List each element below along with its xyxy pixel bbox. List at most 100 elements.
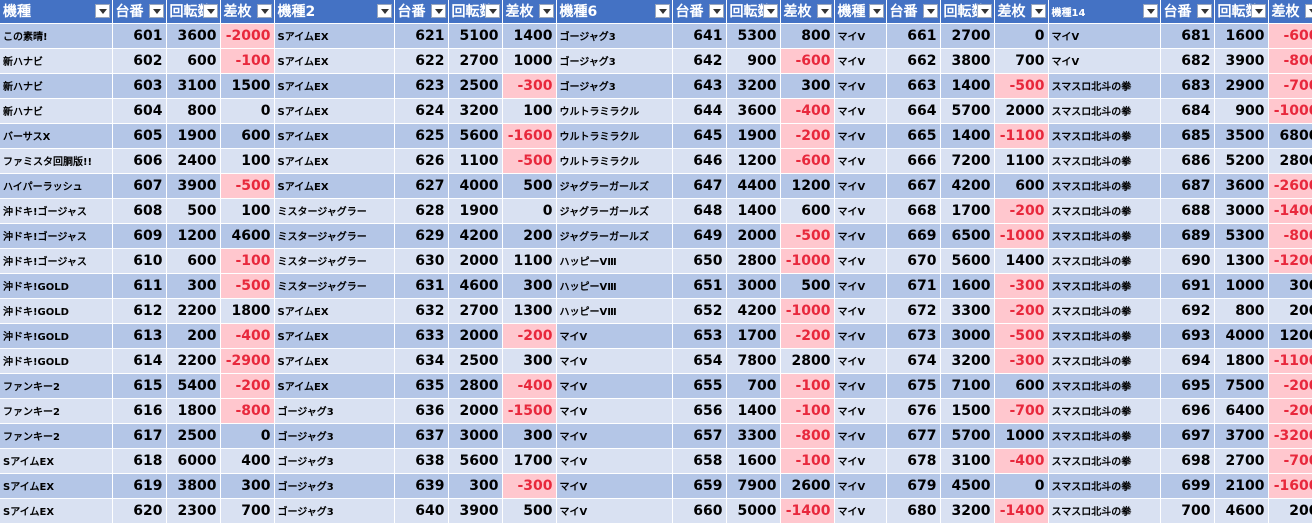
spin-count-cell[interactable]: 2100 [1214, 473, 1268, 498]
machine-number-cell[interactable]: 626 [394, 148, 448, 173]
machine-name-cell[interactable]: マイV [834, 173, 886, 198]
machine-number-cell[interactable]: 620 [112, 498, 166, 523]
machine-number-cell[interactable]: 661 [886, 23, 940, 48]
machine-number-cell[interactable]: 670 [886, 248, 940, 273]
difference-cell[interactable]: 4600 [220, 223, 274, 248]
spin-count-cell[interactable]: 5200 [1214, 148, 1268, 173]
column-header[interactable]: 機種2 [274, 0, 394, 23]
spin-count-cell[interactable]: 2900 [1214, 73, 1268, 98]
difference-cell[interactable]: -1000 [994, 223, 1048, 248]
difference-cell[interactable]: 300 [780, 73, 834, 98]
spin-count-cell[interactable]: 900 [1214, 98, 1268, 123]
spin-count-cell[interactable]: 500 [166, 198, 220, 223]
difference-cell[interactable]: -200 [994, 298, 1048, 323]
machine-name-cell[interactable]: マイV [834, 298, 886, 323]
difference-cell[interactable]: -300 [994, 273, 1048, 298]
filter-dropdown-icon[interactable] [709, 4, 724, 18]
machine-name-cell[interactable]: マイV [834, 373, 886, 398]
difference-cell[interactable]: 100 [502, 98, 556, 123]
difference-cell[interactable]: -100 [780, 398, 834, 423]
machine-name-cell[interactable]: 沖ドキ!ゴージャス [0, 198, 112, 223]
machine-number-cell[interactable]: 645 [672, 123, 726, 148]
machine-name-cell[interactable]: スマスロ北斗の拳 [1048, 298, 1160, 323]
machine-number-cell[interactable]: 699 [1160, 473, 1214, 498]
machine-name-cell[interactable]: マイV [834, 123, 886, 148]
spin-count-cell[interactable]: 1700 [726, 323, 780, 348]
spin-count-cell[interactable]: 7200 [940, 148, 994, 173]
difference-cell[interactable]: 1700 [502, 448, 556, 473]
machine-number-cell[interactable]: 605 [112, 123, 166, 148]
machine-number-cell[interactable]: 627 [394, 173, 448, 198]
machine-number-cell[interactable]: 621 [394, 23, 448, 48]
column-header[interactable]: 差枚 [502, 0, 556, 23]
spin-count-cell[interactable]: 3900 [448, 498, 502, 523]
machine-number-cell[interactable]: 632 [394, 298, 448, 323]
difference-cell[interactable]: -500 [502, 148, 556, 173]
difference-cell[interactable]: 800 [780, 23, 834, 48]
machine-number-cell[interactable]: 602 [112, 48, 166, 73]
machine-name-cell[interactable]: SアイムEX [274, 373, 394, 398]
difference-cell[interactable]: -2000 [220, 23, 274, 48]
spin-count-cell[interactable]: 2000 [448, 248, 502, 273]
difference-cell[interactable]: -2600 [1268, 173, 1312, 198]
machine-name-cell[interactable]: ジャグラーガールズ [556, 223, 672, 248]
filter-dropdown-icon[interactable] [377, 4, 392, 18]
filter-dropdown-icon[interactable] [485, 4, 500, 18]
spin-count-cell[interactable]: 4200 [448, 223, 502, 248]
spin-count-cell[interactable]: 2000 [448, 323, 502, 348]
difference-cell[interactable]: 2000 [994, 98, 1048, 123]
difference-cell[interactable]: -1400 [994, 498, 1048, 523]
spin-count-cell[interactable]: 800 [1214, 298, 1268, 323]
machine-name-cell[interactable]: 新ハナビ [0, 48, 112, 73]
machine-number-cell[interactable]: 630 [394, 248, 448, 273]
difference-cell[interactable]: 1800 [220, 298, 274, 323]
machine-number-cell[interactable]: 680 [886, 498, 940, 523]
machine-number-cell[interactable]: 659 [672, 473, 726, 498]
machine-name-cell[interactable]: バーサスX [0, 123, 112, 148]
filter-dropdown-icon[interactable] [1305, 4, 1312, 18]
machine-name-cell[interactable]: ウルトラミラクル [556, 148, 672, 173]
machine-name-cell[interactable]: スマスロ北斗の拳 [1048, 373, 1160, 398]
spin-count-cell[interactable]: 3800 [940, 48, 994, 73]
filter-dropdown-icon[interactable] [257, 4, 272, 18]
spin-count-cell[interactable]: 3600 [166, 23, 220, 48]
machine-number-cell[interactable]: 616 [112, 398, 166, 423]
machine-number-cell[interactable]: 667 [886, 173, 940, 198]
difference-cell[interactable]: 300 [502, 273, 556, 298]
machine-name-cell[interactable]: スマスロ北斗の拳 [1048, 273, 1160, 298]
spin-count-cell[interactable]: 5100 [448, 23, 502, 48]
machine-number-cell[interactable]: 639 [394, 473, 448, 498]
machine-name-cell[interactable]: マイV [834, 498, 886, 523]
filter-dropdown-icon[interactable] [923, 4, 938, 18]
machine-name-cell[interactable]: スマスロ北斗の拳 [1048, 123, 1160, 148]
difference-cell[interactable]: 200 [1268, 498, 1312, 523]
spin-count-cell[interactable]: 4500 [940, 473, 994, 498]
machine-number-cell[interactable]: 634 [394, 348, 448, 373]
spin-count-cell[interactable]: 1900 [726, 123, 780, 148]
machine-number-cell[interactable]: 690 [1160, 248, 1214, 273]
spin-count-cell[interactable]: 2700 [1214, 448, 1268, 473]
difference-cell[interactable]: -800 [220, 398, 274, 423]
machine-number-cell[interactable]: 700 [1160, 498, 1214, 523]
machine-name-cell[interactable]: ハッピーVⅢ [556, 248, 672, 273]
spin-count-cell[interactable]: 7900 [726, 473, 780, 498]
spin-count-cell[interactable]: 1400 [726, 398, 780, 423]
machine-name-cell[interactable]: SアイムEX [274, 323, 394, 348]
spin-count-cell[interactable]: 300 [166, 273, 220, 298]
machine-name-cell[interactable]: ゴージャグ3 [556, 73, 672, 98]
filter-dropdown-icon[interactable] [817, 4, 832, 18]
difference-cell[interactable]: 100 [220, 148, 274, 173]
difference-cell[interactable]: -1400 [1268, 198, 1312, 223]
machine-name-cell[interactable]: ウルトラミラクル [556, 123, 672, 148]
difference-cell[interactable]: -300 [502, 73, 556, 98]
spin-count-cell[interactable]: 5600 [448, 123, 502, 148]
machine-name-cell[interactable]: 新ハナビ [0, 98, 112, 123]
machine-name-cell[interactable]: ジャグラーガールズ [556, 173, 672, 198]
difference-cell[interactable]: 2600 [780, 473, 834, 498]
machine-number-cell[interactable]: 695 [1160, 373, 1214, 398]
difference-cell[interactable]: -100 [780, 448, 834, 473]
spin-count-cell[interactable]: 1400 [940, 73, 994, 98]
filter-dropdown-icon[interactable] [1031, 4, 1046, 18]
difference-cell[interactable]: -400 [994, 448, 1048, 473]
machine-number-cell[interactable]: 648 [672, 198, 726, 223]
